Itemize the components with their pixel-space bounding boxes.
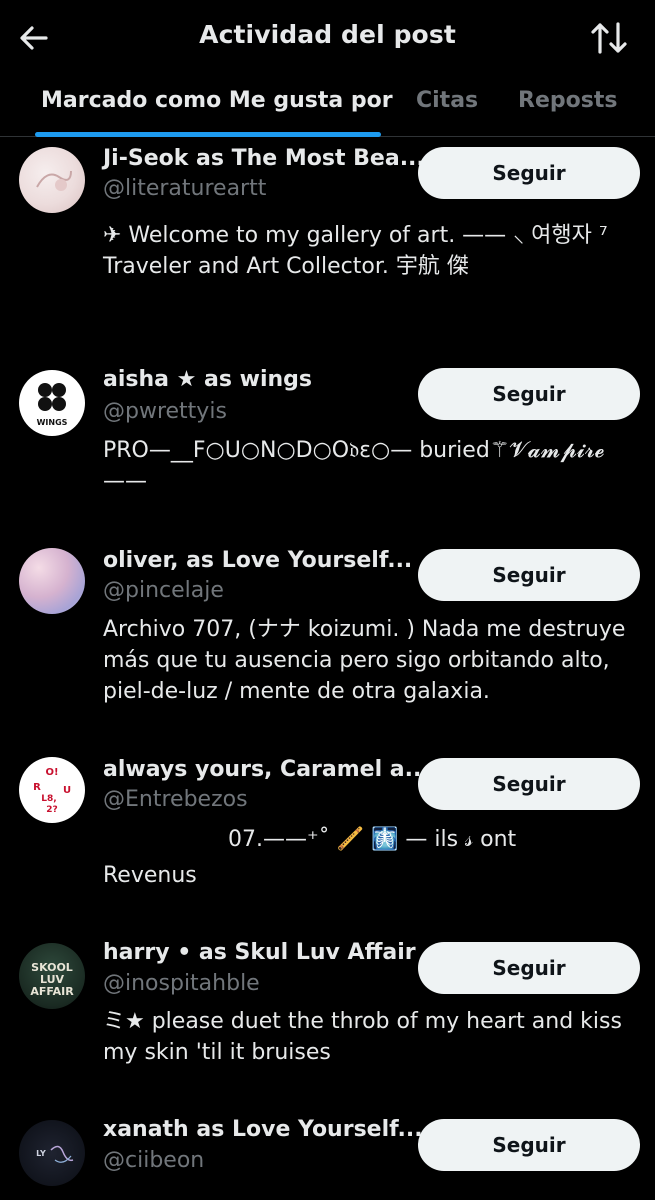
user-name[interactable]: Ji-Seok as The Most Bea... (103, 146, 425, 171)
ro-album-image: O! R U L8, 2? (33, 767, 71, 815)
user-cell[interactable]: SKOOL LUV AFFAIR harry • as Skul Luv Aff… (0, 936, 655, 1106)
bio-line: Revenus (103, 863, 197, 888)
avatar-ro-text: U (63, 785, 71, 796)
tab-likes[interactable]: Marcado como Me gusta por (41, 88, 393, 113)
avatar-ro-text: O! (45, 767, 58, 778)
follow-button[interactable]: Seguir (418, 549, 640, 601)
tab-quotes[interactable]: Citas (416, 88, 478, 113)
bio-line: piel-de-luz / mente de otra galaxia. (103, 679, 490, 704)
top-bar: Actividad del post (0, 0, 655, 75)
bio-line: ミ★ please duet the throb of my heart and… (103, 1009, 622, 1034)
avatar[interactable]: WINGS (19, 370, 85, 436)
avatar[interactable] (19, 548, 85, 614)
avatar[interactable] (19, 147, 85, 213)
user-name[interactable]: harry • as Skul Luv Affair (103, 940, 416, 965)
bio-line: —— (103, 469, 147, 494)
avatar-skool-text: AFFAIR (30, 985, 74, 998)
sort-arrows-icon[interactable] (588, 18, 630, 58)
user-name[interactable]: always yours, Caramel a... (103, 757, 430, 782)
avatar-ro-text: R (33, 782, 41, 793)
follow-button[interactable]: Seguir (418, 942, 640, 994)
user-handle[interactable]: @pincelaje (103, 578, 224, 603)
user-name[interactable]: aisha ★ as wings (103, 367, 312, 392)
tab-reposts[interactable]: Reposts (518, 88, 617, 113)
love-yourself-image: LY (36, 1145, 74, 1163)
user-name[interactable]: xanath as Love Yourself... (103, 1117, 423, 1142)
follow-button[interactable]: Seguir (418, 758, 640, 810)
avatar-wings-text: WINGS (37, 418, 68, 427)
bio-line: más que tu ausencia pero sigo orbitando … (103, 648, 610, 673)
wings-logo-image: WINGS (37, 383, 68, 427)
user-handle[interactable]: @pwrettyis (103, 399, 227, 424)
user-cell[interactable]: O! R U L8, 2? always yours, Caramel a...… (0, 752, 655, 922)
user-cell[interactable]: WINGS aisha ★ as wings @pwrettyis Seguir… (0, 362, 655, 542)
user-handle[interactable]: @Entrebezos (103, 787, 248, 812)
bio-line: Archivo 707, (ナナ koizumi. ) Nada me dest… (103, 617, 626, 642)
user-bio: Archivo 707, (ナナ koizumi. ) Nada me dest… (103, 614, 633, 707)
user-bio: ミ★ please duet the throb of my heart and… (103, 1006, 633, 1068)
avatar-ly-text: LY (36, 1149, 46, 1158)
follow-button[interactable]: Seguir (418, 368, 640, 420)
user-handle[interactable]: @ciibeon (103, 1148, 204, 1173)
follow-button[interactable]: Seguir (418, 1119, 640, 1171)
user-bio: 07.——⁺˚ 🪈 🩻 — ils 𝓈 ont Revenus (103, 822, 633, 894)
user-cell[interactable]: Ji-Seok as The Most Bea... @literaturear… (0, 140, 655, 355)
user-cell[interactable]: LY xanath as Love Yourself... @ciibeon S… (0, 1113, 655, 1200)
bio-line: Traveler and Art Collector. 宇航 傑 (103, 254, 469, 279)
user-name[interactable]: oliver, as Love Yourself... (103, 548, 412, 573)
avatar[interactable]: SKOOL LUV AFFAIR (19, 943, 85, 1009)
bio-line: PRO—__F○U○N○D○O𝔡ɛ○— buried⚚𝓥𝓪𝓶𝓹𝓲𝓻𝓮 (103, 438, 605, 463)
active-tab-indicator (35, 132, 381, 137)
user-handle[interactable]: @inospitahble (103, 971, 260, 996)
skool-luv-affair-image: SKOOL LUV AFFAIR (30, 961, 74, 998)
user-bio: PRO—__F○U○N○D○O𝔡ɛ○— buried⚚𝓥𝓪𝓶𝓹𝓲𝓻𝓮 —— (103, 435, 633, 497)
bio-line: my skin 'til it bruises (103, 1040, 331, 1065)
avatar[interactable]: O! R U L8, 2? (19, 757, 85, 823)
user-handle[interactable]: @literatureartt (103, 176, 266, 201)
avatar[interactable]: LY (19, 1120, 85, 1186)
art-sketch-image (36, 170, 72, 191)
tab-bar: Marcado como Me gusta por Citas Reposts (0, 75, 655, 137)
avatar-ro-text: L8, (41, 794, 56, 804)
user-cell[interactable]: oliver, as Love Yourself... @pincelaje S… (0, 543, 655, 723)
page-title: Actividad del post (199, 20, 456, 49)
follow-button[interactable]: Seguir (418, 147, 640, 199)
avatar-ro-text: 2? (46, 805, 57, 815)
bio-line: 07.——⁺˚ 🪈 🩻 — ils 𝓈 ont (228, 827, 517, 852)
bio-line: ✈ Welcome to my gallery of art. —— ⸜ 여행자… (103, 223, 608, 248)
user-bio: ✈ Welcome to my gallery of art. —— ⸜ 여행자… (103, 220, 633, 282)
